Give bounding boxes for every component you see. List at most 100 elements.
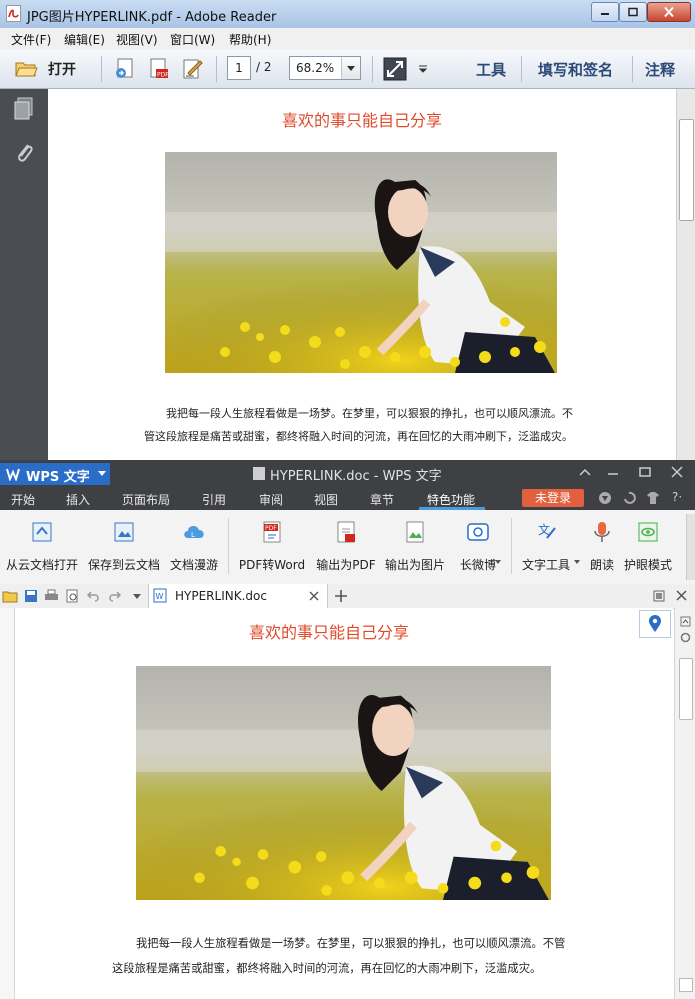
navigation-pane [0, 89, 48, 460]
comment-pane-button[interactable]: 注释 [645, 59, 675, 80]
document-tab[interactable]: W HYPERLINK.doc [148, 584, 328, 608]
long-weibo-label: 长微博 [459, 558, 496, 572]
menu-window[interactable]: 窗口(W) [170, 31, 215, 48]
toolbar-separator [101, 56, 102, 82]
menu-help[interactable]: 帮助(H) [229, 31, 271, 48]
export-pdf-label: 输出为PDF [316, 558, 376, 572]
document-tab-label: HYPERLINK.doc [175, 589, 267, 603]
open-cloud-doc-button[interactable]: 从云文档打开 [4, 516, 80, 578]
scroll-thumb[interactable] [679, 119, 694, 221]
zoom-select[interactable]: 68.2% [289, 56, 361, 80]
sign-icon[interactable] [180, 57, 204, 81]
shirt-icon[interactable] [646, 491, 660, 505]
collapse-icon[interactable] [579, 468, 591, 476]
page-total: / 2 [256, 60, 272, 74]
chevron-down-icon[interactable] [495, 560, 501, 564]
fill-sign-pane-button[interactable]: 填写和签名 [538, 59, 613, 80]
tab-special-features[interactable]: 特色功能 [419, 486, 485, 510]
pdf-to-word-button[interactable]: PDF PDF转Word [236, 516, 308, 578]
close-tab-icon[interactable] [309, 591, 319, 601]
wps-app-menu-button[interactable]: WPS 文字 [0, 463, 110, 485]
new-tab-icon[interactable] [334, 589, 348, 603]
save-cloud-doc-button[interactable]: 保存到云文档 [86, 516, 162, 578]
chevron-down-icon [98, 471, 106, 476]
folder-open-icon[interactable] [14, 57, 38, 81]
pdf-to-word-icon: PDF [263, 521, 281, 543]
export-pdf-icon[interactable]: PDF [146, 57, 170, 81]
page-up-icon[interactable] [680, 616, 691, 627]
menu-file[interactable]: 文件(F) [11, 31, 51, 48]
tab-view[interactable]: 视图 [314, 491, 338, 508]
zoom-dropdown[interactable] [341, 57, 360, 79]
export-pdf-icon [337, 521, 355, 543]
page-thumbnails-icon[interactable] [13, 97, 35, 121]
scroll-down-button[interactable] [679, 978, 693, 992]
wps-window-title: HYPERLINK.doc - WPS 文字 [270, 469, 442, 484]
open-button[interactable]: 打开 [48, 59, 76, 79]
close-icon[interactable] [671, 466, 683, 478]
page-number-input[interactable]: 1 [227, 56, 251, 80]
save-icon[interactable] [24, 589, 38, 603]
active-tab-label: 特色功能 [427, 493, 476, 507]
tab-home[interactable]: 开始 [11, 491, 35, 508]
chevron-down-icon[interactable] [133, 594, 141, 599]
eye-protection-button[interactable]: 护眼模式 [622, 516, 674, 578]
reader-scrollbar[interactable] [676, 89, 695, 460]
toolbar-separator [521, 56, 522, 82]
undo-icon[interactable] [87, 590, 100, 602]
doc-roaming-button[interactable]: L 文档漫游 [168, 516, 220, 578]
svg-text:L: L [191, 531, 195, 539]
settings-icon[interactable] [680, 632, 691, 643]
paragraph-line-2: 管这段旅程是痛苦或甜蜜，都终将融入时间的河流，再在回忆的大雨冲刷下，泛滥成灾。 [144, 430, 573, 443]
read-aloud-button[interactable]: 朗读 [586, 516, 618, 578]
ribbon-scroll-right[interactable] [686, 514, 695, 580]
document-photo [165, 152, 557, 373]
redo-icon[interactable] [108, 590, 121, 602]
restore-window-icon[interactable] [653, 590, 665, 602]
cloud-open-icon [32, 522, 52, 542]
minimize-icon[interactable] [607, 468, 619, 478]
reader-window-title: JPG图片HYPERLINK.pdf - Adobe Reader [27, 10, 277, 25]
wps-scrollbar[interactable] [674, 608, 695, 999]
tab-references[interactable]: 引用 [202, 491, 226, 508]
create-pdf-icon[interactable] [113, 57, 137, 81]
tab-section[interactable]: 章节 [370, 491, 394, 508]
menu-edit[interactable]: 编辑(E) [64, 31, 105, 48]
svg-text:PDF: PDF [157, 72, 169, 79]
navigation-pin-button[interactable] [639, 610, 671, 638]
close-document-icon[interactable] [676, 590, 687, 601]
maximize-icon[interactable] [639, 467, 651, 477]
close-button[interactable] [647, 2, 691, 22]
maximize-button[interactable] [619, 2, 647, 22]
wps-ribbon-toolbar: 从云文档打开 保存到云文档 L 文档漫游 PDF PDF转Word 输出为PDF… [0, 510, 695, 585]
minimize-button[interactable] [591, 2, 619, 22]
reader-menu-bar: 文件(F) 编辑(E) 视图(V) 窗口(W) 帮助(H) [0, 28, 695, 51]
print-preview-icon[interactable] [66, 589, 79, 603]
wps-document-page: 喜欢的事只能自己分享 我把每一段人生旅程看做是一场梦。在梦里，可以狠狠的挣扎，也… [14, 608, 673, 999]
tab-insert[interactable]: 插入 [66, 491, 90, 508]
help-icon[interactable]: ?· [672, 490, 682, 504]
more-tools-icon[interactable] [418, 65, 428, 73]
eye-protection-label: 护眼模式 [623, 558, 672, 572]
adobe-reader-window: JPG图片HYPERLINK.pdf - Adobe Reader 文件(F) … [0, 0, 695, 460]
tools-pane-button[interactable]: 工具 [476, 59, 506, 80]
login-button[interactable]: 未登录 [522, 489, 584, 507]
fullscreen-icon[interactable] [383, 57, 407, 81]
long-weibo-button[interactable]: 长微博 [452, 516, 504, 578]
tab-review[interactable]: 审阅 [259, 491, 283, 508]
zoom-value: 68.2% [296, 61, 335, 75]
open-folder-icon[interactable] [2, 589, 18, 603]
refresh-icon[interactable] [622, 491, 636, 505]
export-pdf-button[interactable]: 输出为PDF [314, 516, 378, 578]
chevron-down-icon[interactable] [574, 560, 580, 564]
menu-view[interactable]: 视图(V) [116, 31, 158, 48]
export-image-button[interactable]: 输出为图片 [382, 516, 448, 578]
skin-icon[interactable] [598, 491, 612, 505]
text-tools-button[interactable]: 文 文字工具 [518, 516, 576, 578]
ribbon-separator [511, 518, 512, 574]
tab-page-layout[interactable]: 页面布局 [122, 491, 170, 508]
attachments-icon[interactable] [14, 139, 34, 165]
read-aloud-label: 朗读 [589, 558, 614, 572]
scroll-thumb[interactable] [679, 658, 693, 720]
print-icon[interactable] [44, 589, 59, 603]
